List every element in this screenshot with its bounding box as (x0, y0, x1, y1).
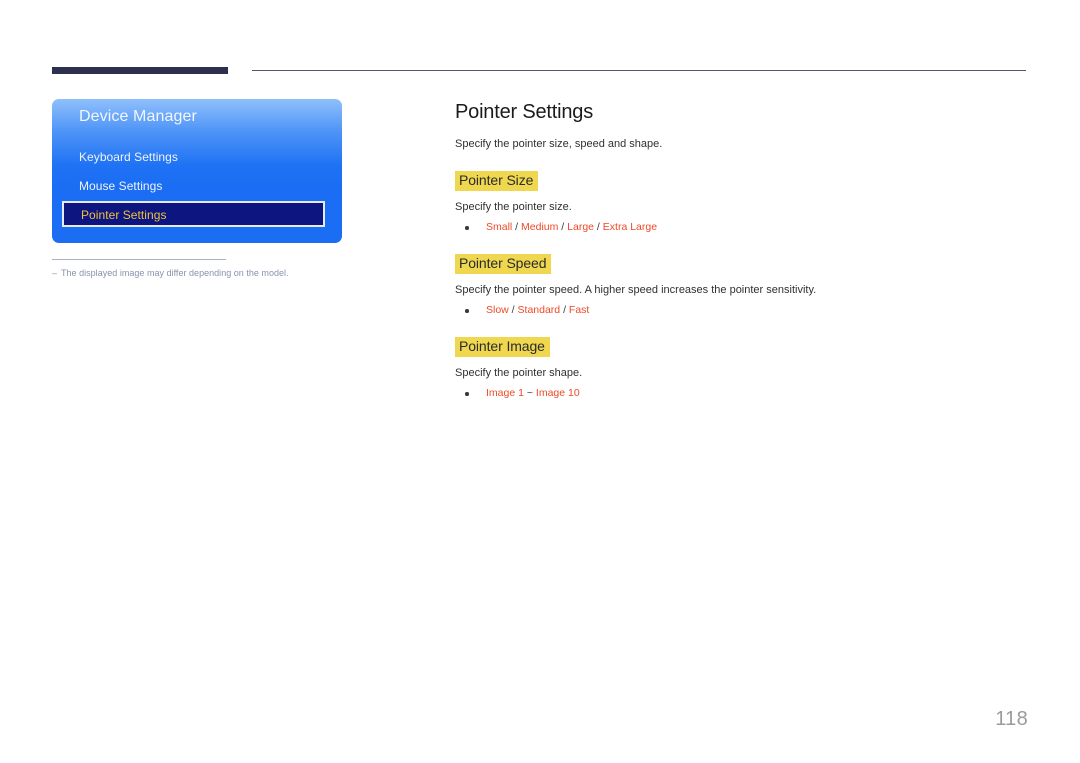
header-divider-rule (252, 70, 1026, 71)
option-value: Slow (486, 304, 509, 316)
option-separator: / (594, 221, 603, 233)
option-separator: ~ (523, 387, 536, 399)
option-value: Small (486, 221, 513, 233)
option-value: Extra Large (602, 221, 658, 233)
option-list: Slow / Standard / Fast (455, 303, 1035, 318)
document-page: Device Manager Keyboard Settings Mouse S… (0, 0, 1080, 763)
section-heading: Pointer Speed (455, 254, 552, 274)
section-heading: Pointer Image (455, 337, 550, 357)
bullet-icon (465, 392, 469, 396)
section-pointer-speed: Pointer Speed Specify the pointer speed.… (455, 254, 1035, 318)
option-separator: / (560, 304, 569, 316)
osd-item-keyboard-settings[interactable]: Keyboard Settings (52, 143, 342, 172)
page-number: 118 (995, 708, 1028, 730)
footnote-dash: – (52, 268, 58, 278)
option-separator: / (558, 221, 568, 233)
section-heading: Pointer Size (455, 171, 539, 191)
option-value: Large (567, 221, 595, 233)
header-accent-bar (52, 67, 228, 74)
page-title: Pointer Settings (455, 101, 593, 123)
section-description: Specify the pointer speed. A higher spee… (455, 284, 817, 296)
osd-menu-list: Keyboard Settings Mouse Settings Pointer… (52, 143, 342, 227)
option-value: Image 1 (486, 387, 524, 399)
osd-item-pointer-settings[interactable]: Pointer Settings (62, 201, 325, 227)
section-description: Specify the pointer size. (455, 201, 572, 213)
content-column: Pointer Settings Specify the pointer siz… (455, 100, 1035, 401)
footnote: – The displayed image may differ dependin… (52, 268, 382, 278)
option-value: Standard (517, 304, 561, 316)
option-separator: / (508, 304, 518, 316)
footnote-divider (52, 259, 226, 260)
option-value: Medium (521, 221, 559, 233)
section-pointer-image: Pointer Image Specify the pointer shape.… (455, 337, 1035, 401)
option-list: Small / Medium / Large / Extra Large (455, 220, 1035, 235)
osd-panel-title: Device Manager (79, 108, 197, 125)
option-separator: / (512, 221, 522, 233)
option-value: Image 10 (535, 387, 580, 399)
bullet-icon (465, 309, 469, 313)
page-lead-text: Specify the pointer size, speed and shap… (455, 138, 663, 150)
osd-menu-panel: Device Manager Keyboard Settings Mouse S… (52, 99, 342, 243)
osd-item-mouse-settings[interactable]: Mouse Settings (52, 172, 342, 201)
bullet-icon (465, 226, 469, 230)
section-description: Specify the pointer shape. (455, 367, 583, 379)
section-pointer-size: Pointer Size Specify the pointer size. S… (455, 171, 1035, 235)
option-value: Fast (568, 304, 590, 316)
option-list: Image 1 ~ Image 10 (455, 386, 1035, 401)
footnote-text: The displayed image may differ depending… (61, 268, 289, 278)
